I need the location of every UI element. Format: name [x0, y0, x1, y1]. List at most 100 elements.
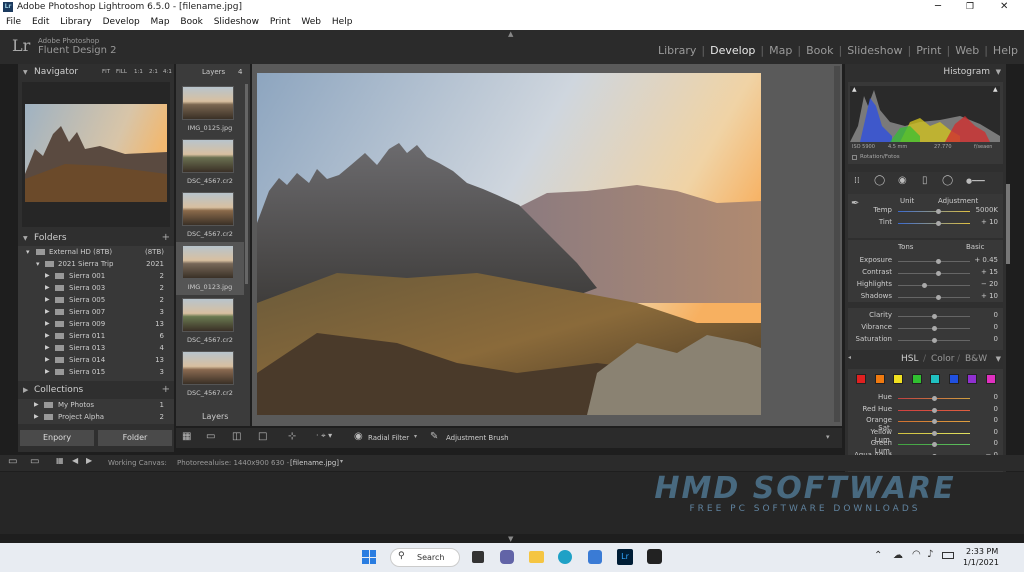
shadow-clip-icon[interactable]: ▲ [852, 86, 857, 93]
menu-help[interactable]: Help [332, 17, 353, 27]
hsl-color-swatch[interactable] [967, 374, 977, 384]
layer-thumbnail[interactable] [182, 298, 234, 332]
volume-icon[interactable]: ♪ [927, 549, 933, 560]
radial-filter-label[interactable]: Radial Filter [368, 434, 409, 442]
module-slideshow[interactable]: Slideshow [842, 44, 907, 57]
zoom-1-1[interactable]: 1:1 [134, 69, 143, 75]
slider-knob[interactable] [935, 221, 941, 226]
expand-trip-icon[interactable]: ▾ [36, 258, 40, 270]
hsl-color-swatch[interactable] [948, 374, 959, 384]
folder-item[interactable]: ▶ Sierra 003 2 [18, 282, 170, 294]
layer-thumbnail[interactable] [182, 192, 234, 226]
spot-removal-icon[interactable]: ◯ [874, 175, 885, 186]
expand-folder-icon[interactable]: ▶ [45, 354, 50, 366]
hsl-expand-icon[interactable]: ◂ [848, 354, 851, 361]
slider-track[interactable] [898, 326, 970, 331]
hsl-header[interactable]: ◂ HSL / Color / B&W ▼ [845, 353, 1006, 367]
minimize-icon[interactable]: ─ [935, 0, 941, 14]
adjustment-brush-icon[interactable]: ✎ [430, 431, 438, 442]
menu-slideshow[interactable]: Slideshow [214, 17, 259, 27]
main-window-icon[interactable]: ▭ [8, 456, 17, 467]
slider-track[interactable] [898, 283, 970, 288]
slider-track[interactable] [898, 419, 970, 425]
expand-drive-icon[interactable]: ▾ [26, 246, 30, 258]
folder-item[interactable]: ▶ Sierra 007 3 [18, 306, 170, 318]
slider-value[interactable]: 0 [970, 335, 998, 343]
slider-track[interactable] [898, 314, 970, 319]
slider-track[interactable] [898, 430, 970, 436]
slider-knob[interactable] [935, 271, 941, 276]
slider-value[interactable]: 5000K [970, 206, 998, 214]
zoom-fill[interactable]: FILL [116, 69, 127, 75]
hsl-tab[interactable]: HSL [901, 354, 919, 364]
clock-time[interactable]: 2:33 PM [966, 547, 998, 556]
add-collection-icon[interactable]: + [162, 384, 170, 395]
bw-tab[interactable]: B&W [965, 354, 987, 364]
adjustment-brush-label[interactable]: Adjustment Brush [446, 434, 509, 442]
expand-folder-icon[interactable]: ▶ [45, 366, 50, 378]
zoom-fit[interactable]: FIT [102, 69, 110, 75]
expand-folder-icon[interactable]: ▶ [45, 330, 50, 342]
menu-develop[interactable]: Develop [103, 17, 140, 27]
graduated-filter-icon[interactable]: ▯ [922, 175, 928, 186]
layer-thumbnail[interactable] [182, 139, 234, 173]
compare-view-icon[interactable]: ◫ [232, 431, 241, 442]
spot-tool-icon[interactable]: · ⌖ ▾ [316, 431, 332, 441]
radial-tool-icon[interactable]: ◯ [942, 175, 953, 186]
main-canvas[interactable] [252, 64, 842, 426]
slider-track[interactable] [898, 271, 970, 276]
hsl-color-swatch[interactable] [874, 374, 885, 384]
second-window-icon[interactable]: ▭ [30, 456, 39, 467]
app-taskbar-icon[interactable] [647, 549, 662, 564]
task-view-icon[interactable] [472, 551, 484, 563]
crop-overlay-icon[interactable]: ⁞⁞ [854, 176, 860, 186]
folder-item[interactable]: ▶ Sierra 009 13 [18, 318, 170, 330]
layers-scrollbar[interactable] [245, 84, 248, 284]
folder-item[interactable]: ▶ Sierra 001 2 [18, 270, 170, 282]
hsl-color-swatch[interactable] [911, 374, 922, 384]
collapse-bottom-icon[interactable]: ▼ [508, 535, 513, 543]
slider-knob[interactable] [935, 209, 941, 214]
folder-item[interactable]: ▶ Sierra 014 13 [18, 354, 170, 366]
folder-item[interactable]: ▶ Sierra 013 4 [18, 342, 170, 354]
loupe-view-icon[interactable]: ▭ [206, 431, 215, 442]
radial-filter-icon[interactable]: ◉ [354, 431, 363, 442]
histogram[interactable]: ▲ ▲ ISO 5900 4.5 mm 27.770 f/seaen Rotat… [848, 82, 1003, 164]
collapse-hsl-icon[interactable]: ▼ [996, 355, 1001, 363]
start-icon[interactable] [362, 550, 376, 564]
slider-value[interactable]: 0 [970, 323, 998, 331]
zoom-4-1[interactable]: 4:1 [163, 69, 172, 75]
expand-folder-icon[interactable]: ▶ [45, 282, 50, 294]
tray-chevron-icon[interactable]: ⌃ [874, 550, 882, 561]
menu-library[interactable]: Library [60, 17, 91, 27]
expand-collection-icon[interactable]: ▶ [34, 399, 39, 411]
module-web[interactable]: Web [950, 44, 984, 57]
hsl-color-swatch[interactable] [893, 374, 903, 384]
module-develop[interactable]: Develop [705, 44, 760, 57]
right-scrollbar[interactable] [1006, 184, 1010, 264]
collapse-folders-icon[interactable]: ▼ [23, 235, 28, 242]
menu-book[interactable]: Book [180, 17, 202, 27]
hsl-color-swatch[interactable] [985, 374, 996, 384]
slider-knob[interactable] [932, 430, 937, 436]
slider-knob[interactable] [935, 295, 941, 300]
slider-track[interactable] [898, 259, 970, 264]
expand-collection-icon[interactable]: ▶ [34, 411, 39, 423]
main-scrollbar[interactable] [834, 66, 840, 422]
layer-thumbnail[interactable] [182, 86, 234, 120]
module-book[interactable]: Book [801, 44, 838, 57]
crop-tool-icon[interactable]: ⊹ [288, 431, 296, 442]
slider-knob[interactable] [932, 314, 937, 319]
folders-header[interactable]: ▼ Folders + [18, 232, 174, 246]
tone-mode[interactable]: Basic [966, 243, 985, 251]
collapse-top-icon[interactable]: ▲ [508, 30, 513, 38]
menu-web[interactable]: Web [301, 17, 321, 27]
folder-drive[interactable]: ▾ External HD (8TB) (8TB) [18, 246, 170, 258]
slider-knob[interactable] [921, 283, 927, 288]
hsl-color-swatch[interactable] [856, 374, 866, 384]
slider-knob[interactable] [932, 396, 937, 401]
module-library[interactable]: Library [653, 44, 701, 57]
filename-label[interactable]: [filename.jpg] [290, 459, 339, 467]
menu-file[interactable]: File [6, 17, 21, 27]
survey-view-icon[interactable]: □ [258, 431, 267, 442]
